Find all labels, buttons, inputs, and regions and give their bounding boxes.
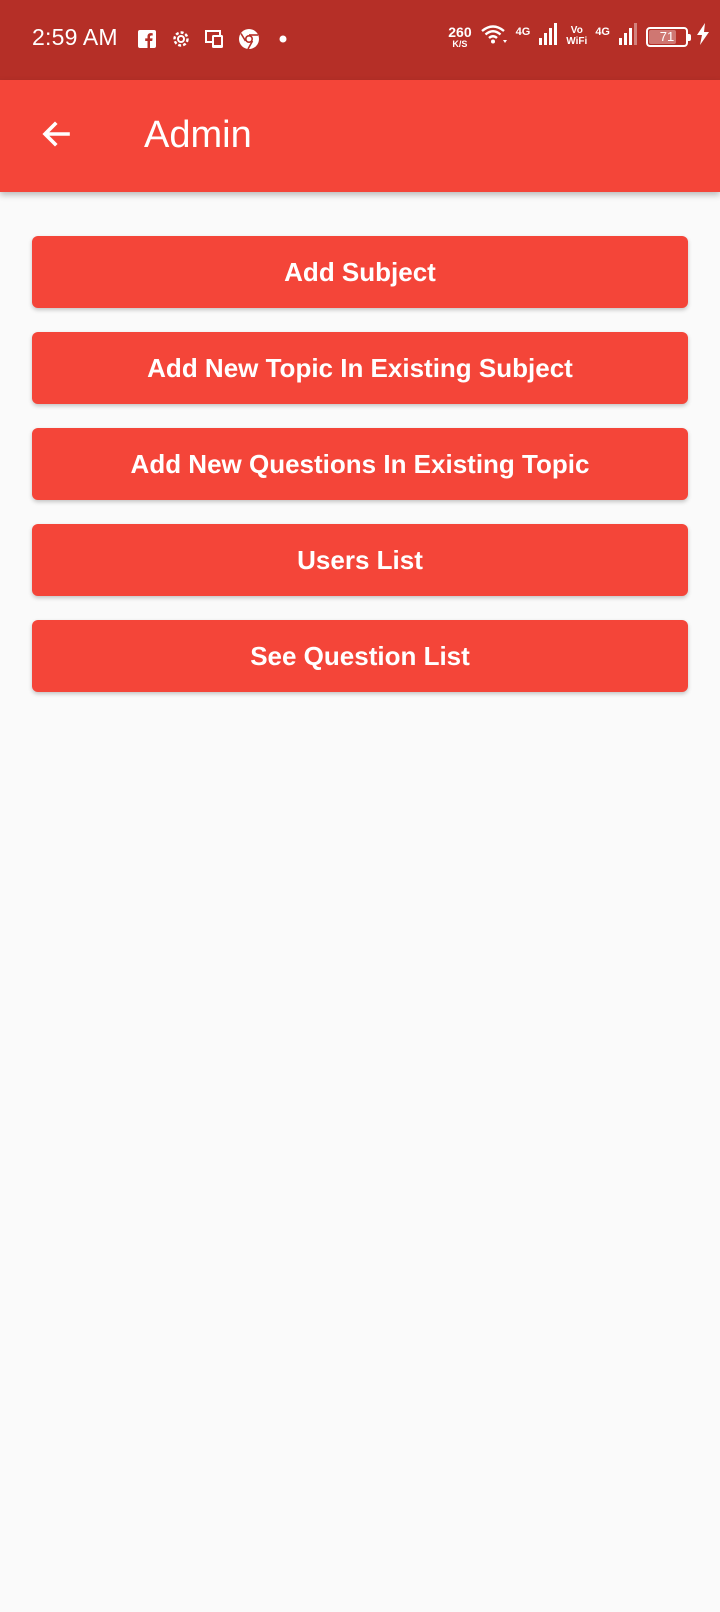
- add-questions-button[interactable]: Add New Questions In Existing Topic: [32, 428, 688, 500]
- arrow-left-icon: [38, 116, 74, 157]
- back-button[interactable]: [28, 108, 84, 164]
- settings-gear-icon: [170, 28, 192, 50]
- network-type-2: 4G: [595, 26, 610, 38]
- system-icons: 260 K/S 4G Vo WiFi 4G 71: [448, 22, 710, 51]
- status-bar: 2:59 AM 260 K/S 4G Vo WiFi 4G 71: [0, 0, 720, 80]
- screen-mirror-icon: [204, 28, 226, 50]
- page-title: Admin: [144, 114, 252, 156]
- dot-icon: [272, 28, 294, 50]
- users-list-button[interactable]: Users List: [32, 524, 688, 596]
- add-topic-button[interactable]: Add New Topic In Existing Subject: [32, 332, 688, 404]
- charging-bolt-icon: [696, 23, 710, 50]
- admin-menu: Add Subject Add New Topic In Existing Su…: [32, 236, 688, 716]
- facebook-icon: [136, 28, 158, 50]
- battery-level: 71: [659, 29, 675, 44]
- net-speed: 260 K/S: [448, 23, 472, 49]
- signal-icon-2: [618, 22, 638, 51]
- network-type-1: 4G: [515, 26, 531, 38]
- notification-icons: [136, 28, 294, 50]
- add-subject-button[interactable]: Add Subject: [32, 236, 688, 308]
- status-time: 2:59 AM: [32, 24, 118, 50]
- app-bar: Admin: [0, 80, 720, 192]
- battery-icon: 71: [646, 26, 691, 47]
- wifi-icon: [480, 23, 508, 50]
- vowifi-indicator: Vo WiFi: [566, 25, 588, 47]
- chrome-icon: [238, 28, 260, 50]
- see-question-list-button[interactable]: See Question List: [32, 620, 688, 692]
- signal-icon-1: [538, 22, 558, 51]
